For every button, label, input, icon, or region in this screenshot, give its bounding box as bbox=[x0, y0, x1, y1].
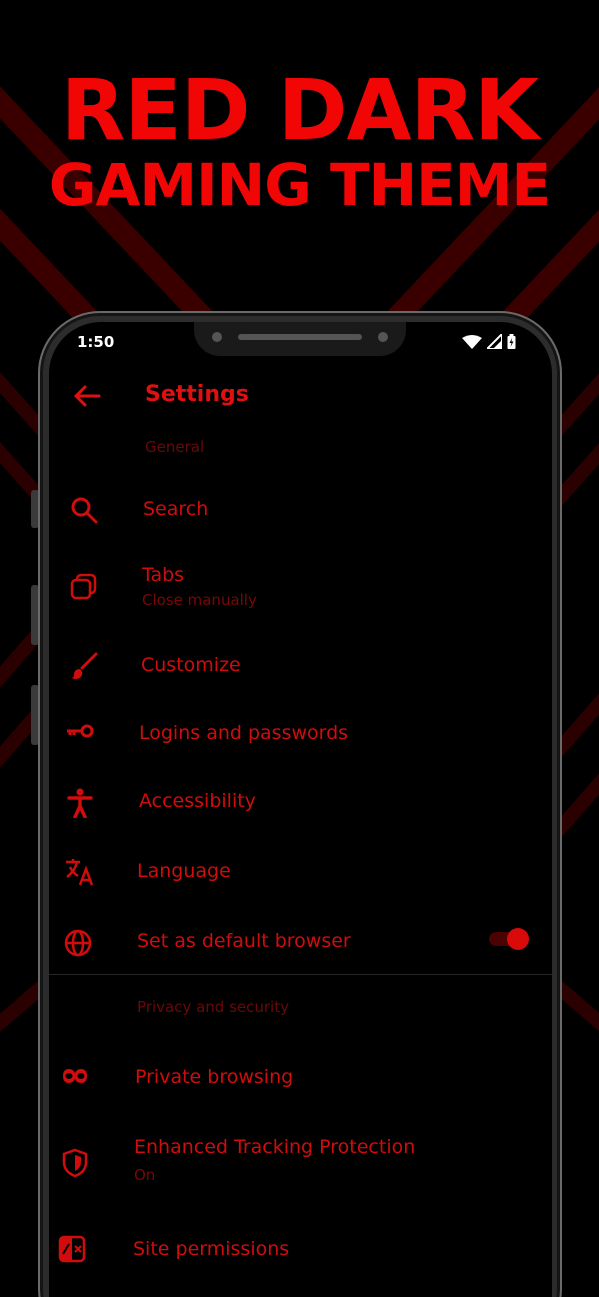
promo-headline: RED DARK bbox=[60, 61, 540, 159]
status-icons bbox=[462, 334, 516, 349]
settings-item-language[interactable]: Language bbox=[49, 854, 552, 914]
arrow-left-icon[interactable] bbox=[73, 384, 101, 408]
page-title: Settings bbox=[145, 382, 249, 407]
accessibility-icon bbox=[67, 788, 93, 818]
tabs-icon bbox=[70, 573, 97, 600]
shield-icon bbox=[62, 1148, 88, 1178]
settings-item-accessibility[interactable]: Accessibility bbox=[49, 784, 552, 844]
item-label: Enhanced Tracking Protection bbox=[134, 1136, 416, 1158]
key-icon bbox=[67, 724, 94, 738]
item-label: Tabs bbox=[142, 564, 185, 586]
brush-icon bbox=[71, 652, 98, 679]
item-sublabel: Close manually bbox=[142, 591, 257, 609]
item-label: Search bbox=[143, 498, 209, 520]
sensor-dot bbox=[212, 332, 222, 342]
section-header-privacy: Privacy and security bbox=[137, 998, 289, 1016]
promo-subheadline: GAMING THEME bbox=[48, 151, 551, 219]
earpiece-speaker bbox=[238, 334, 362, 340]
item-label: Language bbox=[137, 860, 231, 882]
settings-item-customize[interactable]: Customize bbox=[49, 648, 552, 708]
settings-item-logins[interactable]: Logins and passwords bbox=[49, 716, 552, 776]
phone-notch bbox=[194, 322, 406, 356]
wifi-icon bbox=[462, 334, 482, 349]
item-sublabel: On bbox=[134, 1166, 156, 1184]
section-header-general: General bbox=[145, 438, 205, 456]
status-time: 1:50 bbox=[77, 333, 115, 351]
toggle-thumb bbox=[507, 928, 529, 950]
settings-item-default-browser[interactable]: Set as default browser bbox=[49, 924, 552, 984]
settings-item-site-permissions[interactable]: Site permissions bbox=[49, 1232, 552, 1292]
item-label: Logins and passwords bbox=[139, 722, 349, 744]
settings-item-tracking-protection[interactable]: Enhanced Tracking Protection On bbox=[49, 1132, 552, 1202]
translate-icon bbox=[66, 859, 94, 886]
settings-item-private-browsing[interactable]: Private browsing bbox=[49, 1060, 552, 1120]
site-permissions-icon bbox=[58, 1235, 86, 1263]
settings-item-search[interactable]: Search bbox=[49, 492, 552, 552]
settings-item-tabs[interactable]: Tabs Close manually bbox=[49, 560, 552, 620]
battery-icon bbox=[507, 334, 516, 349]
mask-icon bbox=[63, 1069, 87, 1083]
search-icon bbox=[71, 497, 98, 524]
section-divider bbox=[49, 974, 552, 975]
front-camera bbox=[378, 332, 388, 342]
phone-screen: 1:50 Settings General Search Tabs Close … bbox=[49, 322, 552, 1297]
item-label: Set as default browser bbox=[137, 930, 351, 952]
item-label: Site permissions bbox=[133, 1238, 290, 1260]
item-label: Private browsing bbox=[135, 1066, 294, 1088]
item-label: Accessibility bbox=[139, 790, 256, 812]
globe-icon bbox=[64, 929, 92, 957]
item-label: Customize bbox=[141, 654, 241, 676]
signal-icon bbox=[487, 334, 502, 349]
default-browser-toggle[interactable] bbox=[489, 928, 529, 950]
